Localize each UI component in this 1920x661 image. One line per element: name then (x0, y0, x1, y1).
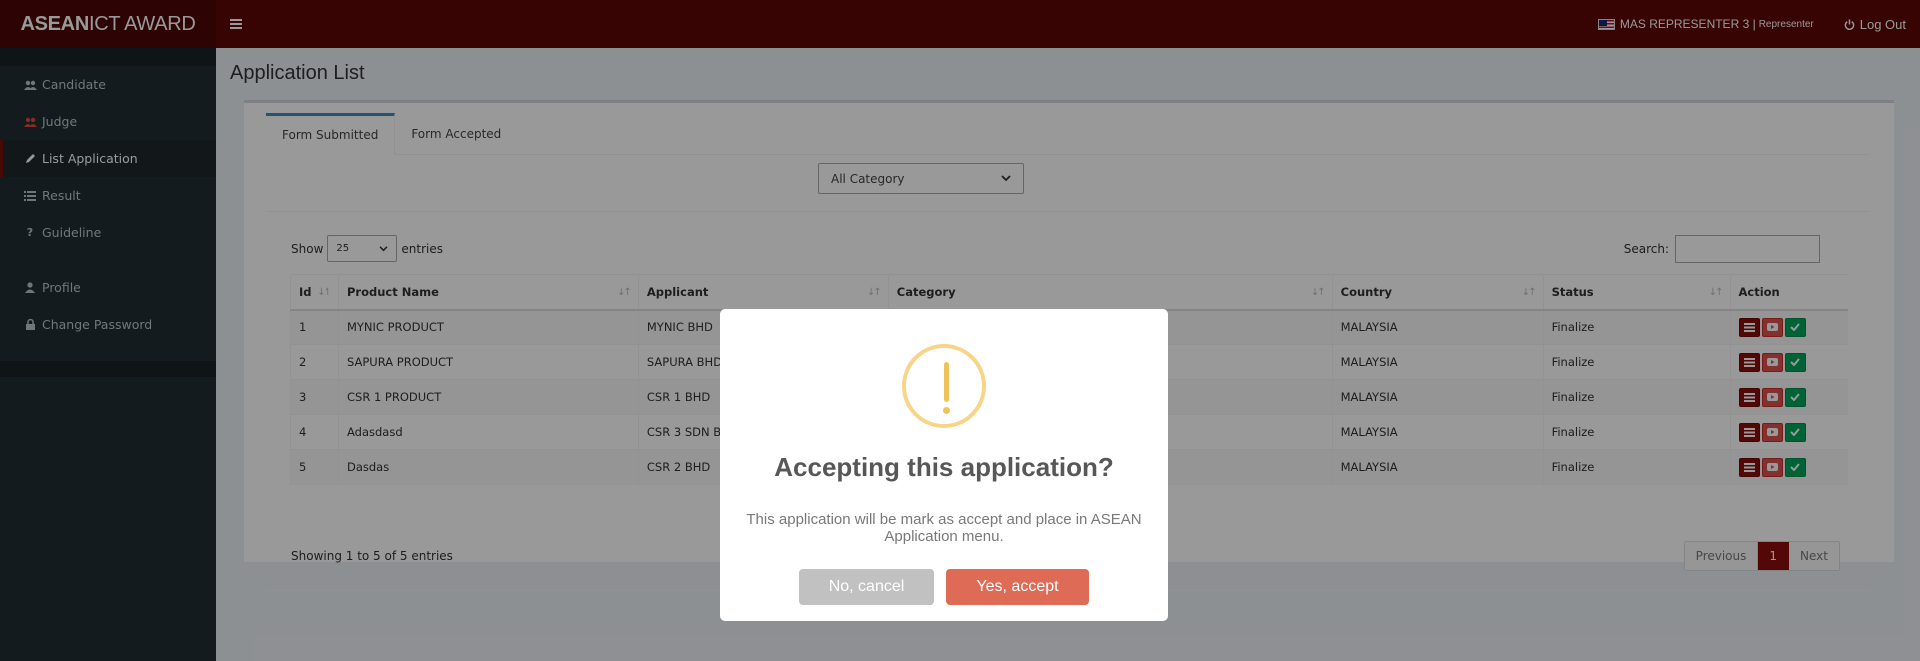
confirm-accept-button[interactable]: Yes, accept (946, 569, 1089, 605)
dialog-title: Accepting this application? (774, 452, 1114, 482)
cancel-button[interactable]: No, cancel (799, 569, 934, 605)
confirm-dialog: Accepting this application? This applica… (720, 309, 1168, 621)
warning-icon (902, 344, 986, 428)
dialog-text: This application will be mark as accept … (746, 511, 1142, 545)
